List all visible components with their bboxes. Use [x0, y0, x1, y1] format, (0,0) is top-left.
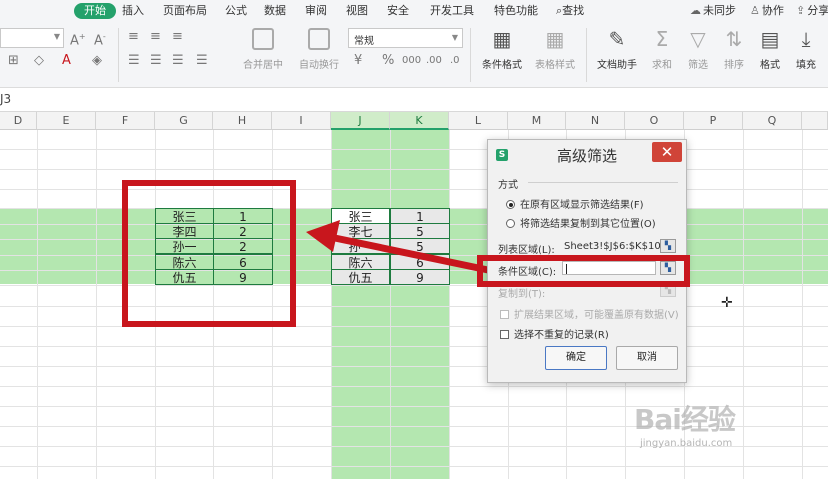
radio-in-place[interactable]: 在原有区域显示筛选结果(F) — [506, 196, 644, 211]
close-button[interactable]: ✕ — [652, 142, 682, 162]
section-label-method: 方式 — [498, 180, 518, 191]
watermark-url: jingyan.baidu.com — [640, 438, 733, 449]
radio-copy-elsewhere[interactable]: 将筛选结果复制到其它位置(O) — [506, 215, 656, 230]
ok-button[interactable]: 确定 — [545, 346, 607, 370]
list-range-input[interactable]: Sheet3!$J$6:$K$10 — [564, 241, 661, 252]
radio-selected-icon — [506, 200, 515, 209]
copy-to-label: 复制到(T): — [498, 289, 546, 300]
crosshair-cursor-icon: ✛ — [721, 295, 733, 311]
list-range-label: 列表区域(L): — [498, 245, 555, 256]
radio-unselected-icon — [506, 219, 515, 228]
watermark-logo: Bai经验 — [634, 403, 736, 436]
checkbox-icon — [500, 310, 509, 319]
checkbox-icon — [500, 330, 509, 339]
baidu-watermark: Bai经验 jingyan.baidu.com — [634, 398, 736, 449]
annotation-criteria-box — [477, 255, 690, 287]
arrow-shaft — [329, 233, 489, 274]
range-picker-icon[interactable]: ▚ — [660, 239, 676, 253]
unique-records-checkbox[interactable]: 选择不重复的记录(R) — [500, 326, 609, 341]
expand-result-checkbox: 扩展结果区域，可能覆盖原有数据(V) — [500, 306, 679, 321]
section-divider — [528, 182, 678, 183]
cancel-button[interactable]: 取消 — [616, 346, 678, 370]
dialog-title-bar[interactable]: S 高级筛选 ✕ — [488, 140, 686, 168]
arrow-head — [306, 220, 340, 252]
